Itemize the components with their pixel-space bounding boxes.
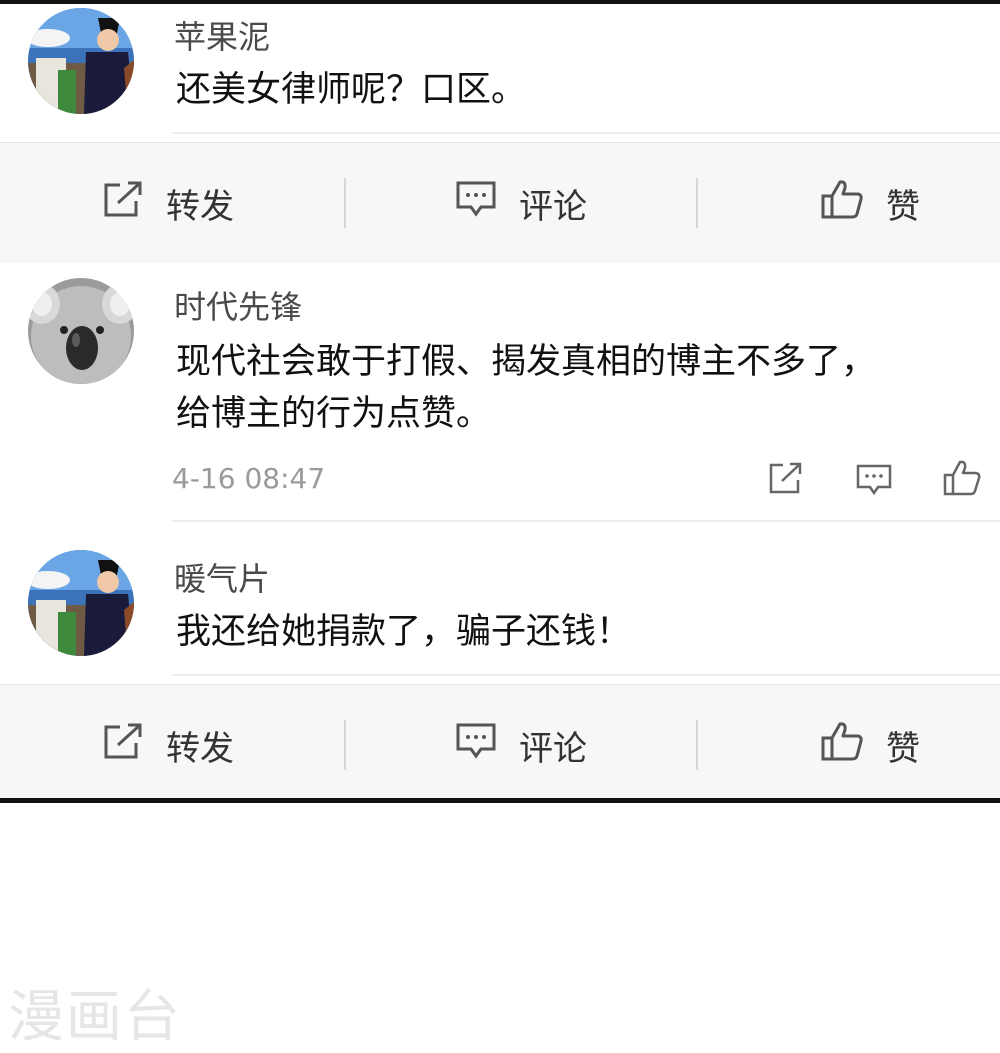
username[interactable]: 暖气片 — [174, 554, 270, 600]
share-square-icon — [102, 721, 144, 770]
separator — [172, 520, 1000, 522]
avatar[interactable] — [28, 550, 134, 656]
like-label: 赞 — [886, 728, 920, 769]
share-square-icon[interactable] — [768, 461, 804, 499]
comment-text-line-1: 现代社会敢于打假、揭发真相的博主不多了， — [176, 342, 877, 382]
repost-label: 转发 — [166, 186, 234, 227]
comment-button[interactable]: 评论 — [455, 685, 587, 803]
comment-mini-actions — [0, 455, 1000, 505]
repost-button[interactable]: 转发 — [102, 685, 234, 803]
like-button[interactable]: 赞 — [820, 143, 920, 263]
divider — [344, 720, 346, 770]
watermark-logo: 漫画台 — [8, 985, 182, 1050]
comment-button[interactable]: 评论 — [455, 143, 587, 263]
comment-text: 我还给她捐款了，骗子还钱！ — [176, 612, 632, 652]
divider — [696, 178, 698, 228]
share-square-icon — [102, 179, 144, 228]
comment-bubble-icon[interactable] — [856, 463, 892, 501]
comment-bubble-icon — [455, 721, 497, 770]
like-label: 赞 — [886, 186, 920, 227]
like-button[interactable]: 赞 — [820, 685, 920, 803]
thumbs-up-icon[interactable] — [942, 459, 982, 501]
username[interactable]: 苹果泥 — [174, 12, 270, 58]
bottom-border — [0, 798, 1000, 803]
thumbs-up-icon — [820, 720, 864, 771]
separator — [172, 674, 1000, 676]
thumbs-up-icon — [820, 178, 864, 229]
divider — [696, 720, 698, 770]
username[interactable]: 时代先锋 — [174, 282, 302, 328]
divider — [344, 178, 346, 228]
repost-button[interactable]: 转发 — [102, 143, 234, 263]
separator — [172, 132, 1000, 134]
weibo-comment-panel: 苹果泥 还美女律师呢？口区。 转发 评论 赞 时代先锋 现代社会敢于打假、揭发真… — [0, 0, 1000, 803]
comment-label: 评论 — [519, 728, 587, 769]
comment-bubble-icon — [455, 179, 497, 228]
repost-label: 转发 — [166, 728, 234, 769]
comment-text-line-2: 给博主的行为点赞。 — [176, 394, 492, 434]
comment-text: 还美女律师呢？口区。 — [176, 70, 527, 110]
top-border — [0, 0, 1000, 4]
action-bar: 转发 评论 赞 — [0, 684, 1000, 803]
comment-label: 评论 — [519, 186, 587, 227]
avatar[interactable] — [28, 278, 134, 384]
action-bar: 转发 评论 赞 — [0, 142, 1000, 263]
avatar[interactable] — [28, 8, 134, 114]
